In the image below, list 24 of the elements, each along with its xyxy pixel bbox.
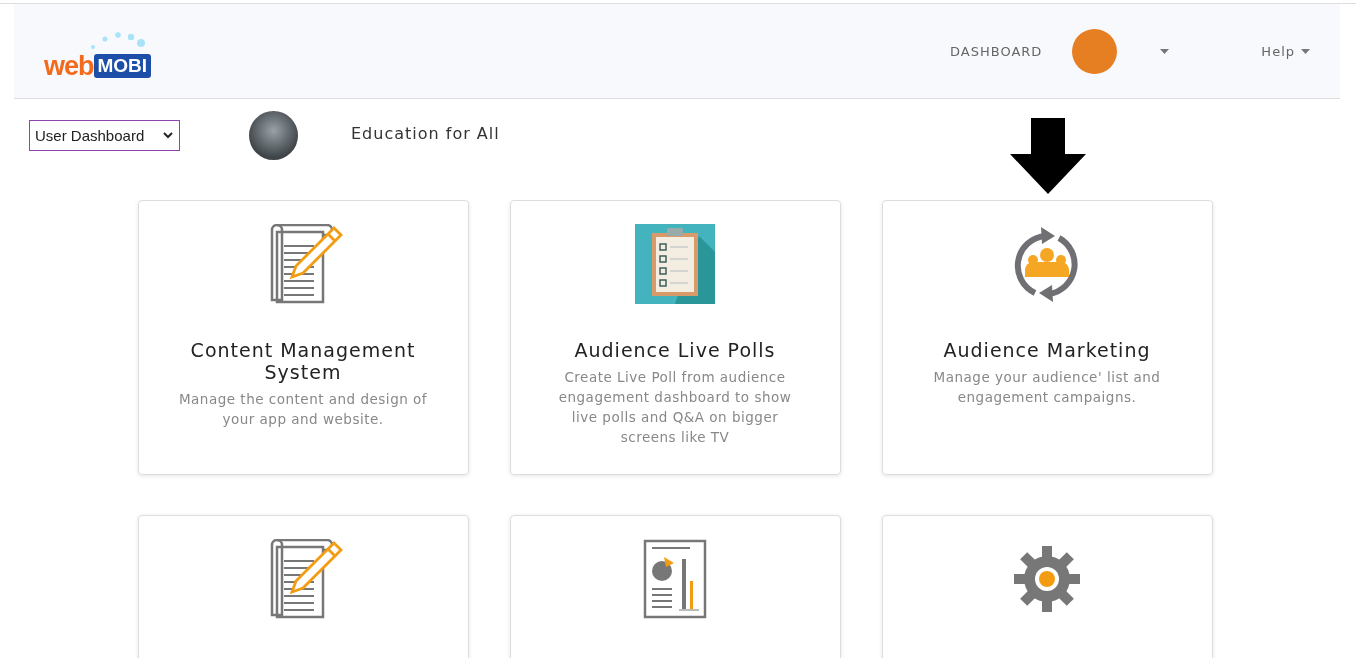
card-title: Audience Marketing [943, 339, 1151, 361]
help-menu[interactable]: Help [1261, 43, 1310, 59]
card-description: Create Live Poll from audience engagement dashboard to show live polls and Q&A on bigger screens like TV [557, 368, 793, 447]
card-description: Manage the content and design of your app and website. [177, 390, 429, 429]
caret-icon [1301, 48, 1310, 54]
dashboard-link[interactable]: DASHBOARD [950, 43, 1043, 59]
gear-icon [1013, 545, 1081, 613]
feature-card[interactable]: Content Management System Manage the content and design of your app and website. [137, 200, 469, 475]
logo-text: MOBI [93, 54, 152, 78]
feature-card[interactable]: Audience Marketing Manage your audience' list and engagement campaigns. [881, 200, 1213, 475]
report-icon [643, 539, 707, 619]
chevron-down-icon [163, 132, 173, 139]
logo[interactable]: web MOBI [44, 28, 152, 82]
card-title: Content Management System [189, 339, 417, 383]
avatar[interactable] [1072, 28, 1118, 74]
view-select[interactable]: User Dashboard [29, 120, 180, 151]
app-name: Education for All [351, 124, 500, 143]
card-description: Manage your audience' list and engagement campaigns. [932, 368, 1162, 407]
feature-card[interactable]: Audience Live Polls Create Live Poll from audience engagement dashboard to show live polls and Q&A on bigger screens like TV [509, 200, 841, 475]
clipboard-icon [635, 224, 715, 304]
logo-text: web [44, 50, 94, 82]
photo-placeholder [249, 111, 298, 160]
caret-icon[interactable] [1160, 48, 1170, 54]
card-title: Audience Live Polls [574, 339, 776, 361]
